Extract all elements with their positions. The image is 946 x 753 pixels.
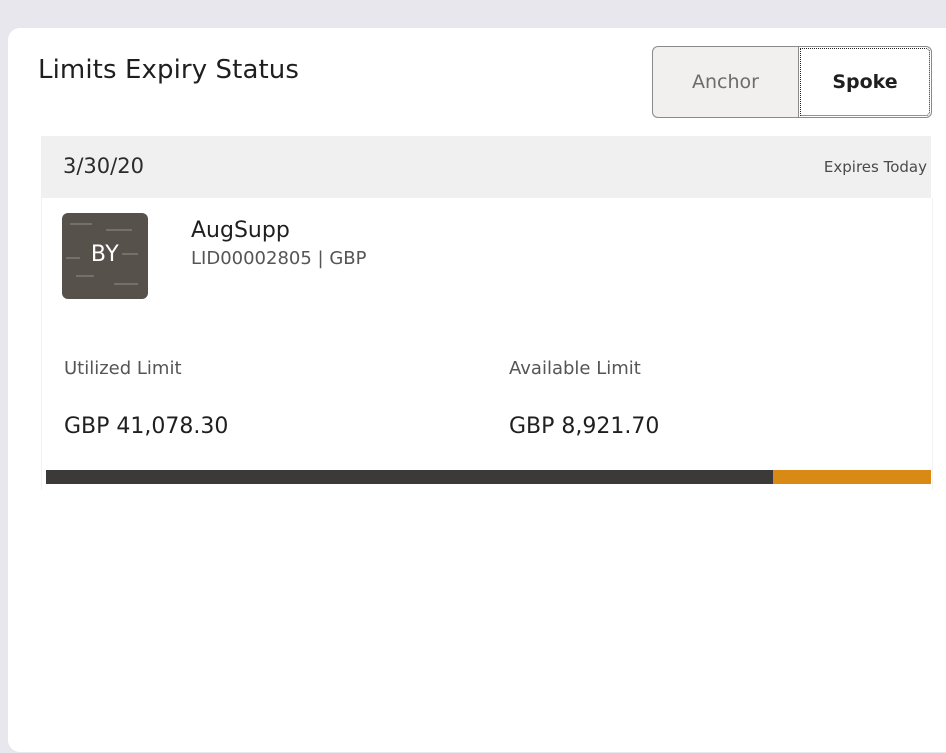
limit-utilization-bar xyxy=(46,470,931,484)
avatar-initials: BY xyxy=(90,242,120,267)
available-limit-value: GBP 8,921.70 xyxy=(509,414,660,439)
anchor-spoke-toggle: Anchor Spoke xyxy=(652,46,932,118)
anchor-toggle-button[interactable]: Anchor xyxy=(652,46,798,118)
limit-entry[interactable]: BY AugSupp LID00002805 | GBP Utilized Li… xyxy=(41,198,933,490)
utilized-limit-label: Utilized Limit xyxy=(64,358,182,379)
expiry-date-header: 3/30/20 Expires Today xyxy=(41,136,931,198)
expiry-date: 3/30/20 xyxy=(63,154,144,178)
party-name: AugSupp xyxy=(191,218,290,243)
widget-title: Limits Expiry Status xyxy=(38,55,299,85)
utilized-bar-fill xyxy=(46,470,774,484)
party-avatar: BY xyxy=(62,213,148,299)
expiry-status-label: Expires Today xyxy=(823,158,927,176)
limits-expiry-card: Limits Expiry Status Anchor Spoke 3/30/2… xyxy=(8,28,946,752)
utilized-limit-value: GBP 41,078.30 xyxy=(64,414,229,439)
available-limit-label: Available Limit xyxy=(509,358,641,379)
spoke-toggle-button[interactable]: Spoke xyxy=(798,46,932,118)
limit-id-currency: LID00002805 | GBP xyxy=(191,248,367,269)
